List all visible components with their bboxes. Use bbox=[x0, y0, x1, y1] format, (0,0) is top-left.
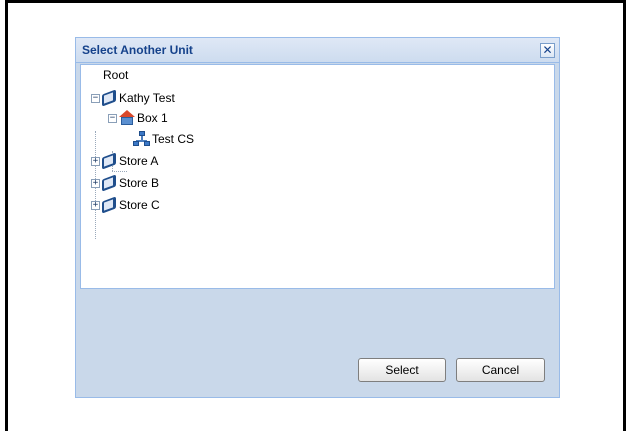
tree-node-label: Test CS bbox=[152, 132, 195, 146]
tree-node-store-c[interactable]: + Store C bbox=[91, 195, 160, 215]
dialog-titlebar: Select Another Unit ✕ bbox=[76, 38, 559, 63]
tree-root-label: Root bbox=[103, 68, 129, 82]
collapse-icon[interactable]: − bbox=[91, 93, 100, 103]
tree-connector bbox=[112, 171, 127, 172]
expand-icon[interactable]: + bbox=[91, 156, 100, 166]
tree-node-box-1[interactable]: − Box 1 bbox=[108, 108, 168, 128]
select-unit-dialog: Select Another Unit ✕ Root − Kathy Test … bbox=[75, 37, 560, 398]
dialog-title: Select Another Unit bbox=[82, 43, 193, 57]
tree-node-label: Store C bbox=[119, 198, 160, 212]
book-icon bbox=[101, 196, 117, 214]
tree-node-label: Kathy Test bbox=[119, 91, 175, 105]
tree-root[interactable]: Root bbox=[103, 65, 128, 85]
unit-tree: Root − Kathy Test − Box 1 Test CS + Stor… bbox=[80, 64, 555, 289]
tree-node-store-b[interactable]: + Store B bbox=[91, 173, 159, 193]
select-button[interactable]: Select bbox=[358, 358, 446, 382]
book-icon bbox=[101, 152, 117, 170]
close-icon[interactable]: ✕ bbox=[540, 43, 555, 58]
tree-node-label: Store A bbox=[119, 154, 159, 168]
dialog-footer: Select Cancel bbox=[76, 343, 559, 399]
expand-icon[interactable]: + bbox=[91, 200, 100, 210]
tree-node-store-a[interactable]: + Store A bbox=[91, 151, 158, 171]
tree-node-label: Store B bbox=[119, 176, 160, 190]
tree-node-test-cs[interactable]: Test CS bbox=[133, 129, 194, 149]
expand-icon[interactable]: + bbox=[91, 178, 100, 188]
house-icon bbox=[118, 110, 136, 126]
tree-node-kathy-test[interactable]: − Kathy Test bbox=[91, 88, 175, 108]
tree-node-label: Box 1 bbox=[137, 111, 168, 125]
cancel-button[interactable]: Cancel bbox=[456, 358, 545, 382]
book-icon bbox=[101, 174, 117, 192]
collapse-icon[interactable]: − bbox=[108, 113, 117, 123]
book-icon bbox=[101, 89, 117, 107]
network-icon bbox=[133, 131, 151, 147]
